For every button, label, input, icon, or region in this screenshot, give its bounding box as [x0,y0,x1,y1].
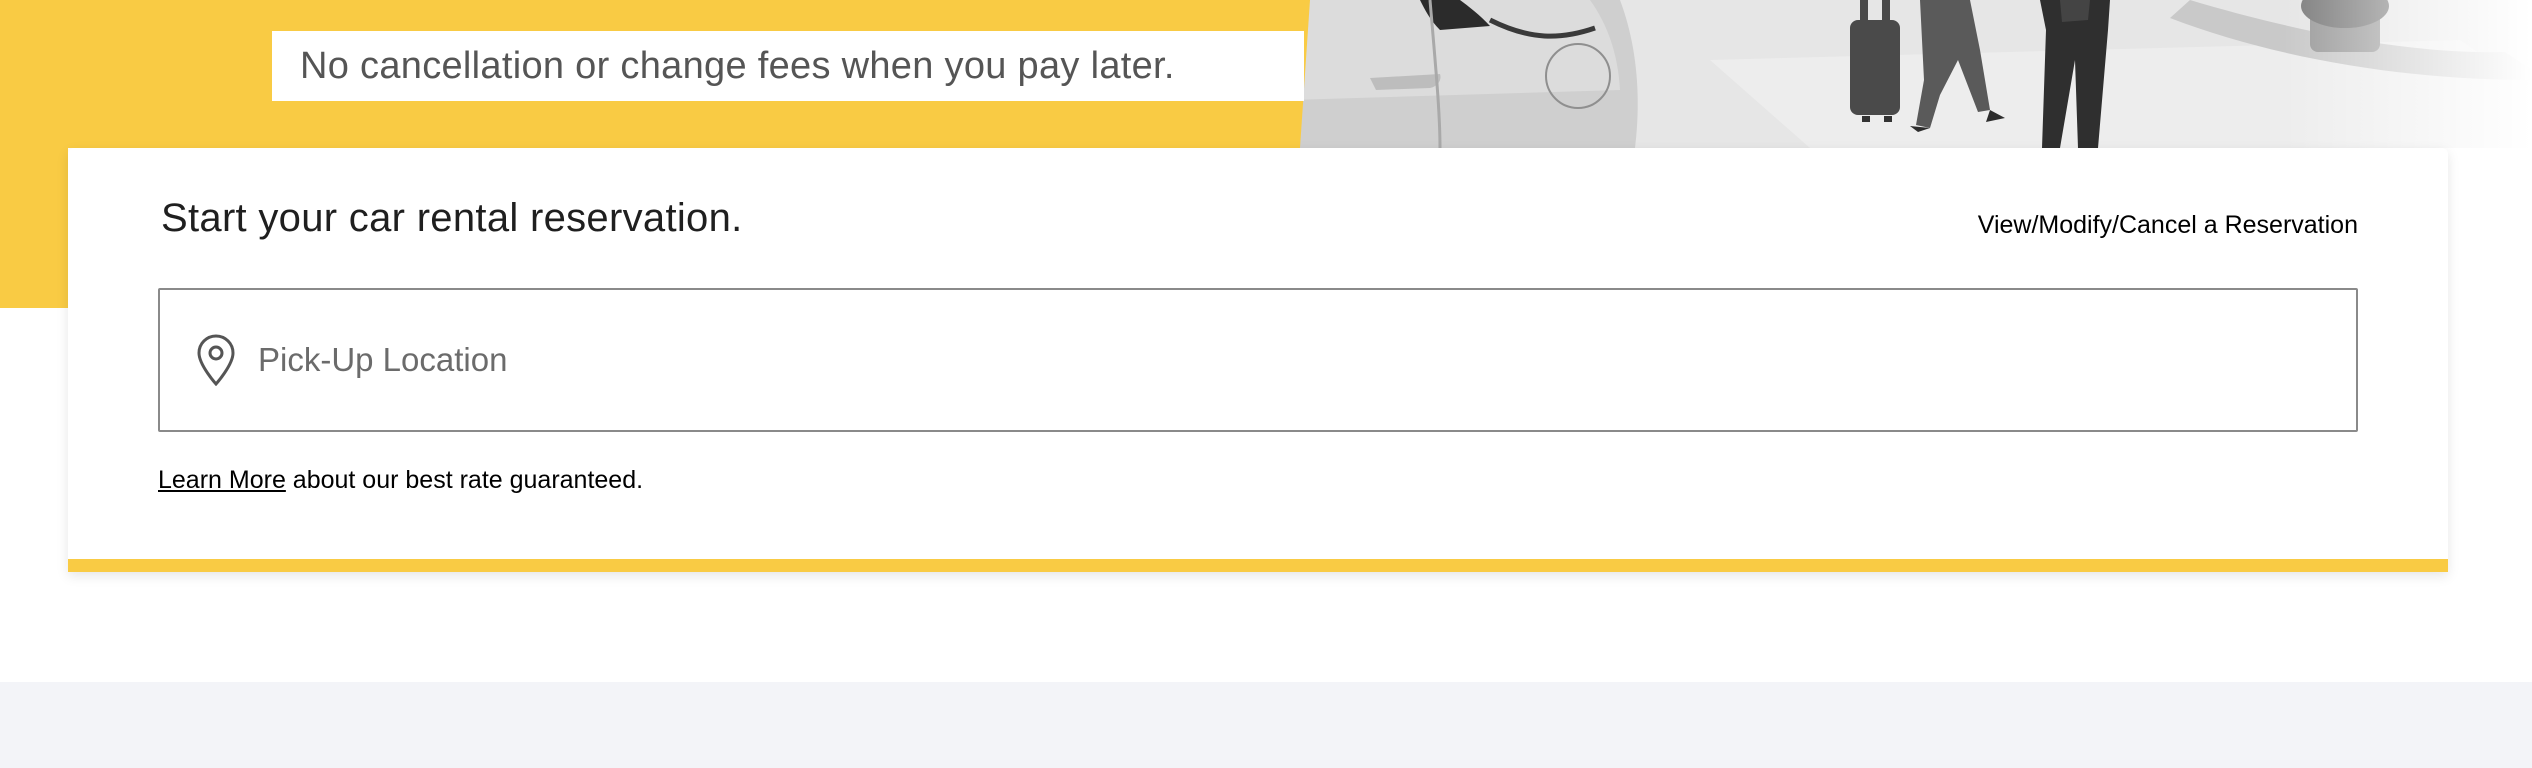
hero-photo [1290,0,2532,148]
map-pin-icon [196,333,236,387]
best-rate-text: about our best rate guaranteed. [285,466,644,494]
page-footer-band [0,682,2532,768]
pickup-location-input[interactable] [256,329,2356,391]
promo-banner: No cancellation or change fees when you … [272,31,1304,101]
hero-section: No cancellation or change fees when you … [0,0,2532,148]
reservation-card: Start your car rental reservation. View/… [68,148,2448,572]
hero-yellow-accent [0,148,68,308]
best-rate-note: Learn More about our best rate guarantee… [158,466,643,495]
reservation-title: Start your car rental reservation. [161,196,743,240]
learn-more-link[interactable]: Learn More [158,466,286,494]
pickup-location-field[interactable] [158,288,2358,432]
card-bottom-accent [68,559,2448,572]
promo-banner-text: No cancellation or change fees when you … [300,44,1175,87]
manage-reservation-link[interactable]: View/Modify/Cancel a Reservation [1978,211,2358,240]
